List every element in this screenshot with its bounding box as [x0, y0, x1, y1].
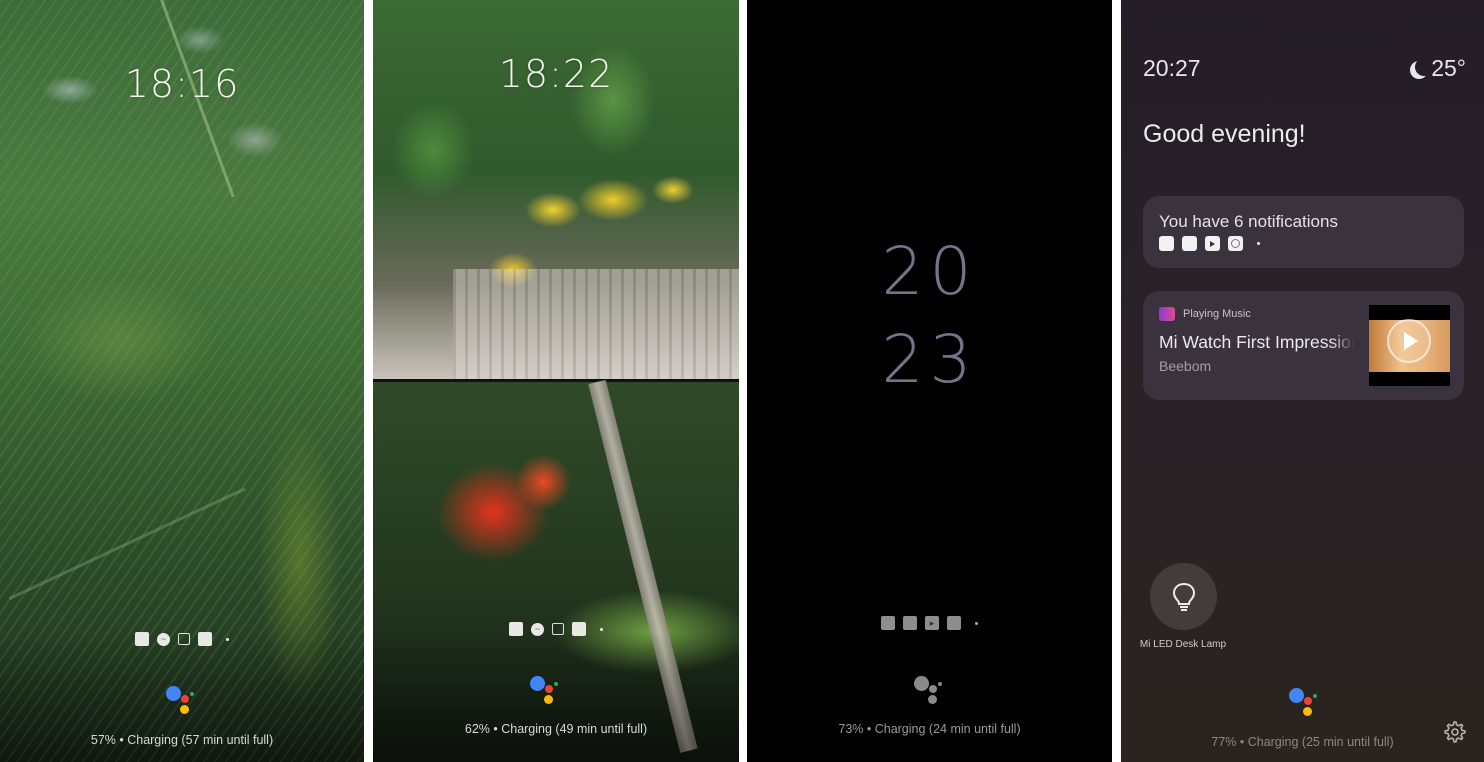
screenshot-notification-icon	[552, 623, 564, 635]
messenger-notification-icon: ~	[531, 622, 544, 636]
more-notifications-dot-icon	[600, 627, 603, 631]
app-notification-icon	[1159, 236, 1174, 251]
youtube-notification-icon	[1205, 236, 1220, 251]
charging-status: 62% • Charging (49 min until full)	[464, 722, 648, 736]
messenger-notification-icon: ~	[157, 632, 170, 646]
app-notification-icon	[509, 622, 523, 636]
circle-app-notification-icon	[1228, 236, 1243, 251]
media-thumbnail[interactable]	[1369, 305, 1450, 386]
media-track-title: Mi Watch First Impressions	[1159, 332, 1354, 352]
notification-icons	[1159, 236, 1260, 251]
google-assistant-icon[interactable]	[166, 686, 198, 720]
app-notification-icon	[135, 632, 149, 646]
youtube-notification-icon: ▸	[925, 616, 939, 630]
lightbulb-icon	[1172, 582, 1195, 611]
app-notification-icon	[1182, 236, 1197, 251]
clock-time: 18:22	[498, 52, 614, 96]
device-label: Mi LED Desk Lamp	[1139, 639, 1227, 650]
app-notification-icon	[572, 622, 586, 636]
google-assistant-icon[interactable]	[1289, 688, 1321, 722]
media-app-label: Playing Music	[1183, 308, 1251, 320]
lockscreen-panel-dark: 20 23 ▸ 73% • Charging (24 min until ful…	[747, 0, 1112, 762]
notifications-card[interactable]: You have 6 notifications	[1143, 196, 1464, 268]
clock-time: 20:27	[1143, 55, 1201, 81]
play-icon[interactable]	[1387, 319, 1431, 363]
large-clock-minutes: 23	[881, 321, 978, 398]
notification-icons[interactable]: ~	[0, 632, 364, 646]
media-card[interactable]: Playing Music Mi Watch First Impressions…	[1143, 291, 1464, 400]
more-notifications-dot-icon	[1257, 242, 1260, 245]
app-notification-icon	[881, 616, 895, 630]
gear-icon[interactable]	[1443, 720, 1467, 744]
notification-icons[interactable]: ▸	[747, 616, 1112, 630]
weather[interactable]: 25°	[1409, 55, 1466, 82]
media-app-icon	[1159, 307, 1175, 321]
app-notification-icon	[198, 632, 212, 646]
app-notification-icon	[947, 616, 961, 630]
notifications-count: You have 6 notifications	[1159, 212, 1338, 231]
greeting: Good evening!	[1143, 120, 1306, 148]
charging-status: 73% • Charging (24 min until full)	[838, 722, 1021, 736]
charging-status: 77% • Charging (25 min until full)	[1211, 735, 1394, 749]
notification-icons[interactable]: ~	[373, 622, 739, 636]
google-assistant-icon[interactable]	[914, 676, 946, 710]
lockscreen-panel-fern: 18:16 ~ 57% • Charging (57 min until ful…	[0, 0, 364, 762]
moon-icon	[1415, 58, 1433, 76]
media-artist: Beebom	[1159, 358, 1212, 374]
more-notifications-dot-icon	[226, 637, 229, 641]
device-toggle-lamp[interactable]	[1150, 563, 1217, 630]
google-assistant-icon[interactable]	[530, 676, 562, 710]
temperature: 25°	[1431, 55, 1466, 81]
lockscreen-panel-flowers: 18:22 ~ 62% • Charging (49 min until ful…	[373, 0, 739, 762]
photo-notification-icon	[903, 616, 917, 630]
screenshot-notification-icon	[178, 633, 190, 645]
ambient-hub-panel: 20:27 25° Good evening! You have 6 notif…	[1121, 0, 1484, 762]
large-clock-hours: 20	[881, 233, 978, 310]
more-notifications-dot-icon	[975, 621, 978, 625]
charging-status: 57% • Charging (57 min until full)	[90, 733, 274, 747]
clock-time: 18:16	[124, 62, 240, 106]
